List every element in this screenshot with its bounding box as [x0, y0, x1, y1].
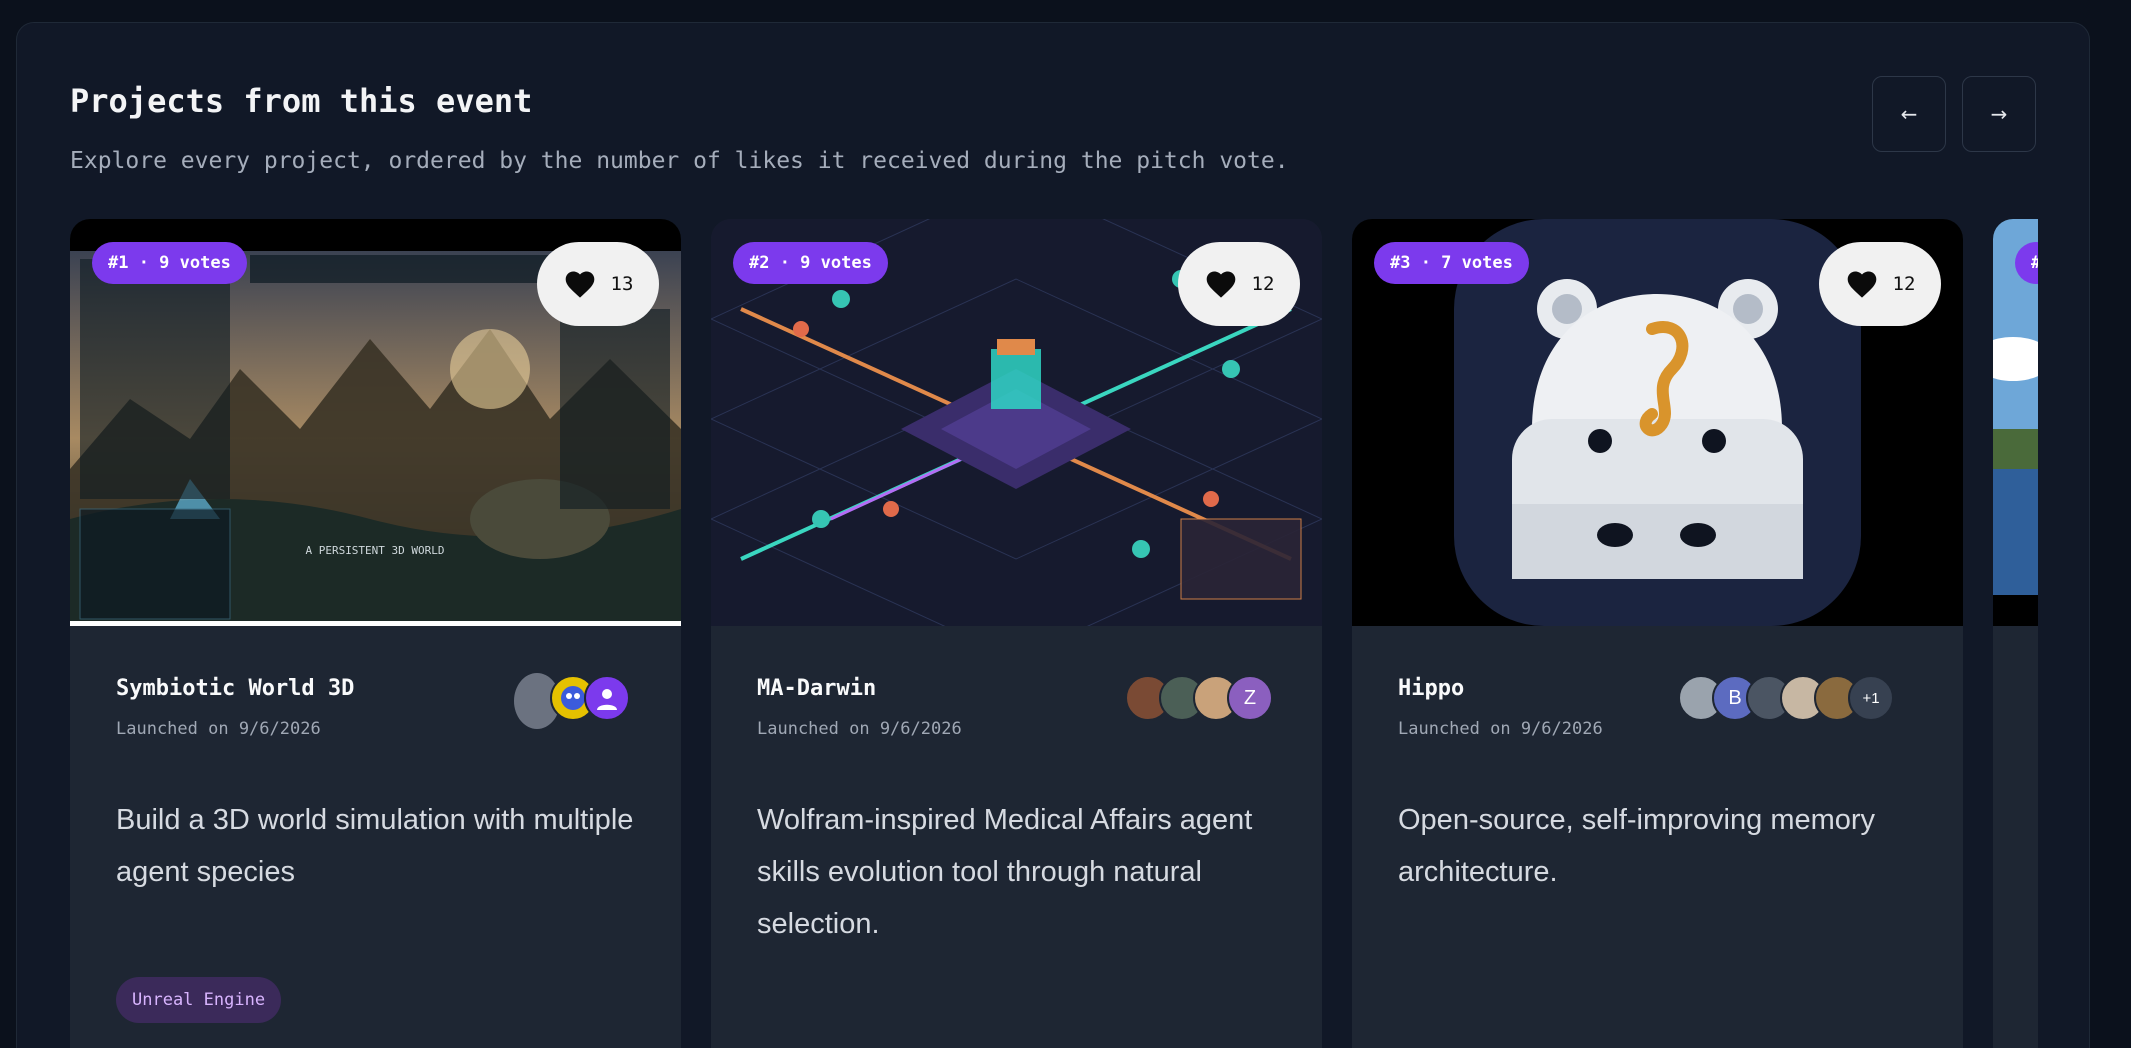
- project-card[interactable]: #: [1993, 219, 2038, 1048]
- heart-icon: [1206, 271, 1235, 298]
- avatar-overflow-count[interactable]: +1: [1848, 675, 1894, 721]
- project-description: Wolfram-inspired Medical Affairs agent s…: [757, 804, 1253, 940]
- like-button[interactable]: 13: [537, 242, 659, 326]
- section-title: Projects from this event: [70, 82, 533, 120]
- image-caption: A PERSISTENT 3D WORLD: [305, 544, 444, 557]
- carousel-next-button[interactable]: →: [1962, 76, 2036, 152]
- launch-date: Launched on 9/6/2026: [757, 719, 962, 739]
- launch-date: Launched on 9/6/2026: [116, 719, 321, 739]
- rank-badge: #3 · 7 votes: [1374, 242, 1529, 284]
- rank-badge: #2 · 9 votes: [733, 242, 888, 284]
- tech-tag[interactable]: Unreal Engine: [116, 977, 282, 1023]
- heart-icon: [1847, 271, 1876, 298]
- arrow-left-icon: ←: [1900, 102, 1918, 126]
- like-button[interactable]: 12: [1178, 242, 1300, 326]
- carousel-prev-button[interactable]: ←: [1872, 76, 1946, 152]
- like-count: 13: [610, 273, 634, 295]
- rank-badge: #1 · 9 votes: [92, 242, 247, 284]
- project-name[interactable]: Hippo: [1398, 676, 1464, 701]
- section-subtitle: Explore every project, ordered by the nu…: [70, 148, 1289, 174]
- arrow-right-icon: →: [1990, 102, 2008, 126]
- project-description: Build a 3D world simulation with multipl…: [116, 804, 634, 888]
- like-count: 12: [1251, 273, 1275, 295]
- project-card[interactable]: #2 · 9 votes 12 MA-Darwin Launched on 9/…: [711, 219, 1322, 1048]
- team-avatars[interactable]: B +1: [1678, 675, 1894, 721]
- project-description: Open-source, self-improving memory archi…: [1398, 804, 1876, 888]
- avatar[interactable]: Z: [1227, 675, 1273, 721]
- like-button[interactable]: 12: [1819, 242, 1941, 326]
- like-count: 12: [1892, 273, 1916, 295]
- project-card[interactable]: #3 · 7 votes 12 Hippo Launched on 9/6/20…: [1352, 219, 1963, 1048]
- project-name[interactable]: MA-Darwin: [757, 676, 876, 701]
- heart-icon: [565, 271, 594, 298]
- team-avatars[interactable]: [512, 671, 630, 731]
- avatar[interactable]: [584, 675, 630, 721]
- project-card[interactable]: A PERSISTENT 3D WORLD #1 · 9 votes 13 Sy…: [70, 219, 681, 1048]
- project-name[interactable]: Symbiotic World 3D: [116, 676, 354, 701]
- launch-date: Launched on 9/6/2026: [1398, 719, 1603, 739]
- project-carousel[interactable]: A PERSISTENT 3D WORLD #1 · 9 votes 13 Sy…: [70, 219, 2038, 1048]
- team-avatars[interactable]: Z: [1125, 675, 1273, 721]
